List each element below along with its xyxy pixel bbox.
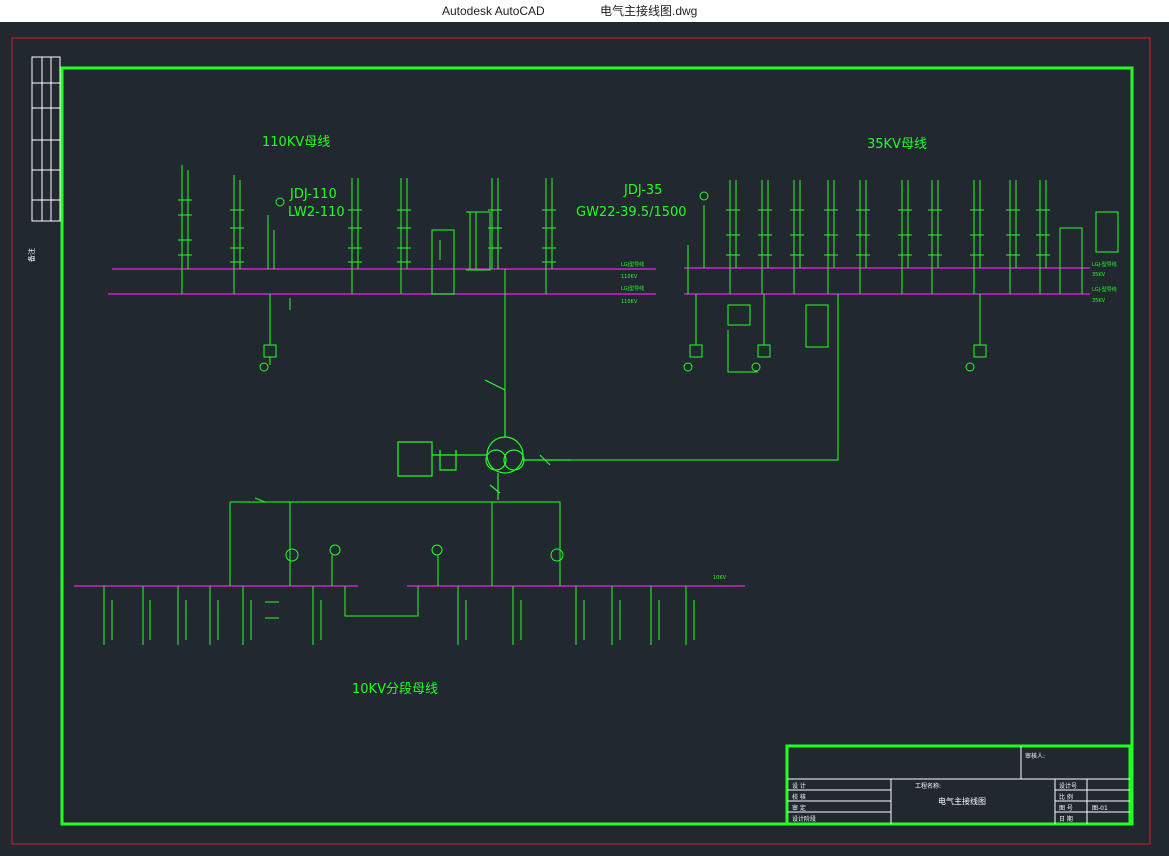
label-ct-110: JDJ-110 — [289, 187, 337, 202]
side-label: 备注 — [27, 248, 36, 262]
drawing-frame — [60, 66, 1134, 826]
title-row-left-3: 设计阶段 — [792, 815, 816, 823]
revision-strip — [31, 56, 61, 222]
title-row-right-1: 比 例 — [1059, 793, 1073, 801]
app-title: Autodesk AutoCAD — [442, 4, 545, 18]
label-breaker-110: LW2-110 — [288, 205, 345, 220]
bus-110-upper-label: LGJ型导线 — [621, 261, 644, 268]
label-switch-35: GW22-39.5/1500 — [576, 205, 687, 220]
window-titlebar: Autodesk AutoCAD 电气主接线图.dwg — [0, 0, 1169, 22]
title-drawing-name: 电气主接线图 — [938, 796, 986, 806]
title-row-left-0: 设 计 — [792, 782, 806, 790]
bus-35-lower-volt: 35KV — [1092, 298, 1106, 304]
cad-drawing: 备注 110KV母线 JDJ-110 LW2-110 LGJ型导线 110KV … — [11, 37, 1151, 845]
feeders-10kv — [103, 497, 695, 645]
file-name: 电气主接线图.dwg — [600, 4, 698, 18]
label-10kv-bus: 10KV分段母线 — [352, 682, 438, 697]
bus-35-upper-volt: 35KV — [1092, 272, 1106, 278]
title-row-right-3: 日 期 — [1059, 815, 1073, 823]
feeders-35kv — [570, 180, 1083, 461]
drawing-canvas[interactable]: 备注 110KV母线 JDJ-110 LW2-110 LGJ型导线 110KV … — [0, 22, 1169, 851]
title-row-left-2: 审 定 — [792, 804, 806, 812]
label-110kv-bus: 110KV母线 — [262, 135, 330, 150]
title-row-right-2: 图 号 — [1059, 805, 1073, 812]
bus-35-lower-label: LGJ-型导线 — [1092, 286, 1117, 293]
title-block — [785, 744, 1132, 826]
bus-110-upper-volt: 110KV — [621, 274, 638, 280]
bus-110-lower-volt: 110KV — [621, 299, 638, 305]
title-row-right-0: 设计号 — [1059, 782, 1077, 790]
title-project: 工程名称: — [915, 782, 941, 790]
label-35kv-bus: 35KV母线 — [867, 137, 927, 152]
title-drawing-number: 图-01 — [1092, 805, 1108, 812]
label-ct-35: JDJ-35 — [623, 183, 662, 198]
legend-box-35 — [1095, 211, 1119, 253]
sheet-border — [11, 37, 1151, 845]
main-transformer — [397, 379, 570, 500]
bus-10-label: 10KV — [713, 575, 727, 581]
title-approved: 审核人: — [1025, 752, 1045, 760]
feeders-110kv — [178, 165, 556, 400]
bus-110-lower-label: LGJ型导线 — [621, 285, 644, 292]
transformers-10kv — [285, 544, 564, 562]
title-row-left-1: 校 核 — [792, 793, 806, 801]
bus-35-upper-label: LGJ-型导线 — [1092, 261, 1117, 268]
